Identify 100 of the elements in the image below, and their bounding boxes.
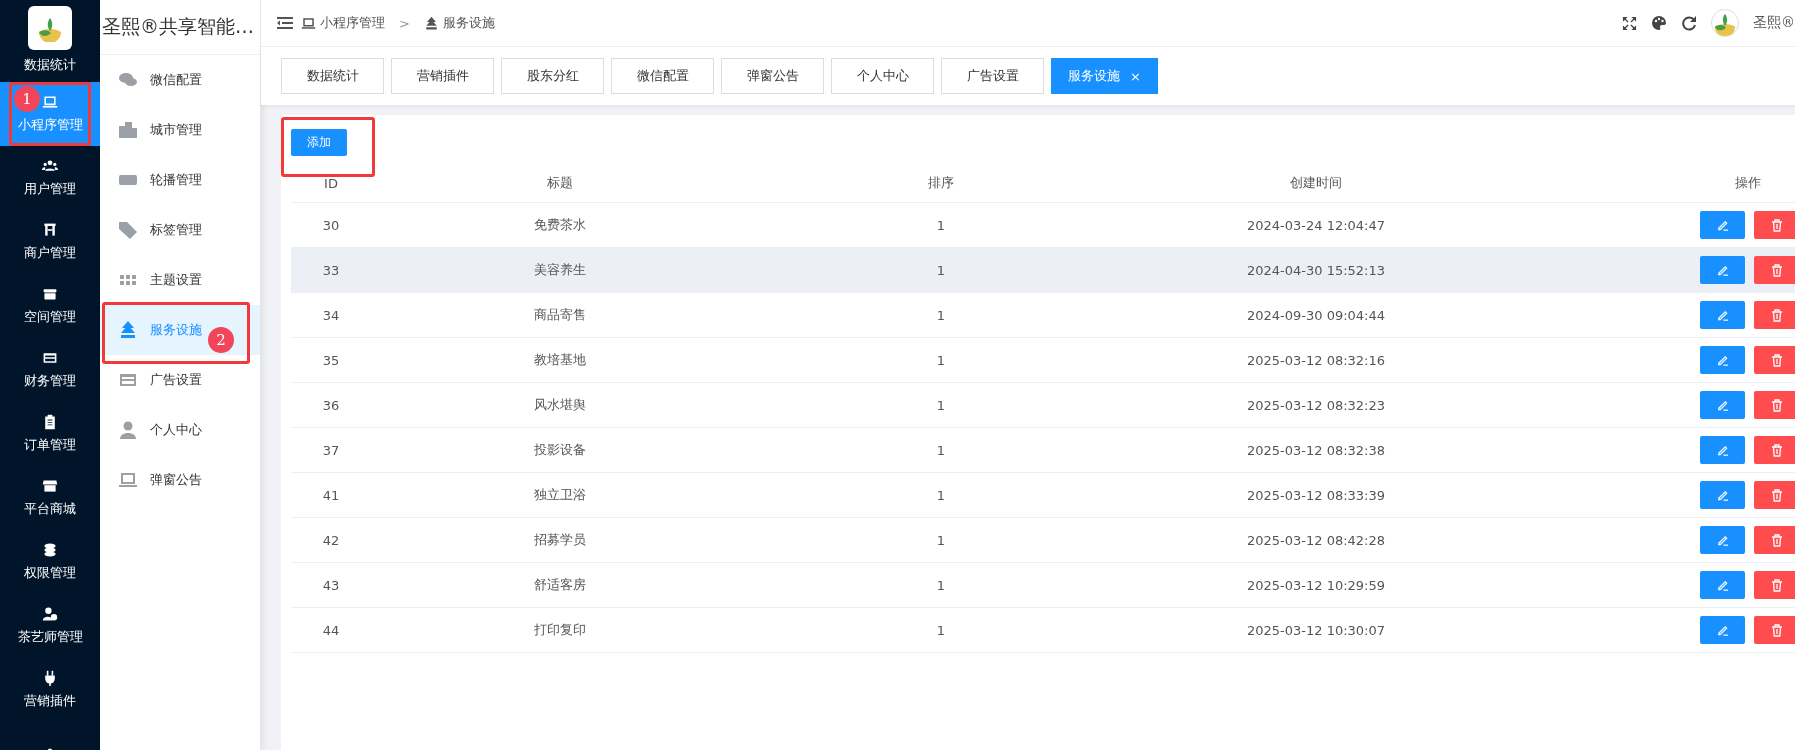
delete-button[interactable] [1754,256,1795,284]
edit-button[interactable] [1700,481,1745,509]
pencil-icon [1716,443,1729,457]
table-cell: 1 [749,248,1133,293]
pencil-icon [1716,623,1729,637]
table-cell: 商品寄售 [371,293,749,338]
menu-icon[interactable] [277,16,293,30]
table-cell: 41 [291,473,371,518]
table-cell: 1 [749,383,1133,428]
user-name[interactable]: 圣熙® [1753,14,1795,32]
trash-icon [1770,623,1783,637]
fullscreen-icon[interactable] [1622,15,1637,31]
trash-icon [1770,488,1783,502]
refresh-icon[interactable] [1681,15,1697,31]
edit-button[interactable] [1700,436,1745,464]
column-header: 操作 [1499,164,1795,203]
delete-button[interactable] [1754,346,1795,374]
nav-item[interactable]: 数据统计 [0,0,100,82]
delete-button[interactable] [1754,571,1795,599]
table-cell: 2025-03-12 10:30:07 [1133,608,1499,653]
pencil-icon [1716,488,1729,502]
nav-item[interactable]: 商户管理 [0,210,100,274]
table-cell: 36 [291,383,371,428]
card-icon [42,350,58,366]
city-icon [118,120,138,140]
menu-item[interactable]: 轮播管理 [100,155,260,205]
breadcrumb-item[interactable]: 服务设施 [442,14,495,32]
column-header: 排序 [749,164,1133,203]
trash-icon [1770,263,1783,277]
menu-item[interactable]: 主题设置 [100,255,260,305]
delete-button[interactable] [1754,481,1795,509]
table-cell: 2025-03-12 08:32:38 [1133,428,1499,473]
plug-icon [42,670,58,686]
menu-item[interactable]: 弹窗公告 [100,455,260,505]
pencil-icon [1716,398,1729,412]
table-cell: 2025-03-12 08:32:23 [1133,383,1499,428]
table-cell: 2024-04-30 15:52:13 [1133,248,1499,293]
palette-icon[interactable] [1651,15,1667,31]
nav-item[interactable]: 订单管理 [0,402,100,466]
trash-icon [1770,443,1783,457]
monitor-icon [118,470,138,490]
page-tab[interactable]: 数据统计 [281,58,384,94]
menu-item[interactable]: 城市管理 [100,105,260,155]
trash-icon [1770,398,1783,412]
column-header: 标题 [371,164,749,203]
pencil-icon [1716,218,1729,232]
delete-button[interactable] [1754,436,1795,464]
table-cell: 43 [291,563,371,608]
table-cell: 舒适客房 [371,563,749,608]
table-cell: 1 [749,563,1133,608]
edit-button[interactable] [1700,301,1745,329]
page-tab[interactable]: 个人中心 [831,58,934,94]
nav-item[interactable]: 用户管理 [0,146,100,210]
nav-item[interactable]: 权限管理 [0,530,100,594]
breadcrumb-item[interactable]: 小程序管理 [320,14,385,32]
page-tab[interactable]: 广告设置 [941,58,1044,94]
edit-button[interactable] [1700,571,1745,599]
trash-icon [1770,578,1783,592]
avatar[interactable] [1711,9,1739,37]
menu-item[interactable]: 微信配置 [100,55,260,105]
menu-item[interactable]: 广告设置 [100,355,260,405]
page-tab[interactable]: 股东分红 [501,58,604,94]
edit-button[interactable] [1700,391,1745,419]
table-cell: 独立卫浴 [371,473,749,518]
nav-item[interactable]: 茶艺师管理 [0,594,100,658]
building-icon [42,222,58,238]
table-cell: 1 [749,293,1133,338]
nav-item[interactable]: 财务管理 [0,338,100,402]
nav-item[interactable]: 平台商城 [0,466,100,530]
table-cell: 美容养生 [371,248,749,293]
edit-button[interactable] [1700,346,1745,374]
edit-button[interactable] [1700,256,1745,284]
page-tab[interactable]: 微信配置 [611,58,714,94]
table-cell: 风水堪舆 [371,383,749,428]
trash-icon [1770,353,1783,367]
menu-item[interactable]: 个人中心 [100,405,260,455]
store-icon [42,478,58,494]
edit-button[interactable] [1700,211,1745,239]
column-header: ID [291,164,371,203]
table-cell: 37 [291,428,371,473]
edit-button[interactable] [1700,526,1745,554]
delete-button[interactable] [1754,616,1795,644]
table-cell: 招募学员 [371,518,749,563]
menu-item[interactable]: 标签管理 [100,205,260,255]
delete-button[interactable] [1754,301,1795,329]
trash-icon [1770,218,1783,232]
trash-icon [1770,308,1783,322]
table-cell: 1 [749,338,1133,383]
table-cell: 1 [749,608,1133,653]
box-icon [42,286,58,302]
pencil-icon [1716,263,1729,277]
delete-button[interactable] [1754,526,1795,554]
delete-button[interactable] [1754,391,1795,419]
page-tab[interactable]: 营销插件 [391,58,494,94]
delete-button[interactable] [1754,211,1795,239]
page-tab[interactable]: 弹窗公告 [721,58,824,94]
edit-button[interactable] [1700,616,1745,644]
nav-item[interactable]: 营销插件 [0,658,100,722]
table-cell: 42 [291,518,371,563]
nav-item[interactable]: 空间管理 [0,274,100,338]
